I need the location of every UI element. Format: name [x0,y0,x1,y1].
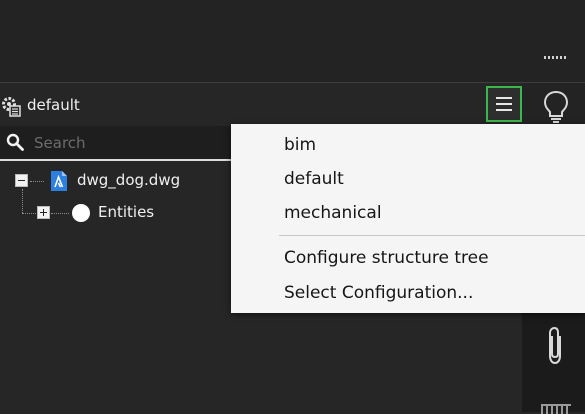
divider [0,82,585,83]
structure-tree-panel: default dwg_dog.dwg Entities bim [0,0,585,414]
tree-connector [30,181,44,182]
minus-icon [18,180,25,181]
search-icon [6,133,24,151]
more-dots-icon[interactable] [544,56,566,59]
circle-node-icon [72,204,90,222]
ruler-icon[interactable] [541,404,571,414]
tree-connector [51,213,69,214]
lightbulb-icon[interactable] [543,90,569,124]
paperclip-icon[interactable] [543,326,569,366]
tree-item-file[interactable]: dwg_dog.dwg [77,171,180,189]
tree-connector [22,213,36,214]
menu-button[interactable] [486,86,522,122]
menu-item-config-default[interactable]: default [284,169,344,189]
menu-item-config-bim[interactable]: bim [284,135,316,155]
config-dropdown-menu: bim default mechanical Configure structu… [231,124,585,313]
top-toolbar-strip [0,0,585,82]
menu-separator [279,235,585,236]
search-box [0,126,240,161]
search-input[interactable] [34,130,234,156]
gear-icon[interactable] [0,95,22,117]
current-config-label: default [27,96,80,114]
tree-item-entities[interactable]: Entities [98,203,154,221]
menu-item-configure-structure-tree[interactable]: Configure structure tree [284,248,489,268]
collapse-toggle-file[interactable] [15,174,28,187]
menu-item-select-configuration[interactable]: Select Configuration... [284,283,473,303]
expand-toggle-entities[interactable] [37,206,50,219]
config-header: default [0,88,520,122]
menu-item-config-mechanical[interactable]: mechanical [284,203,382,223]
tree-connector [22,189,23,213]
dwg-file-icon [51,171,67,191]
